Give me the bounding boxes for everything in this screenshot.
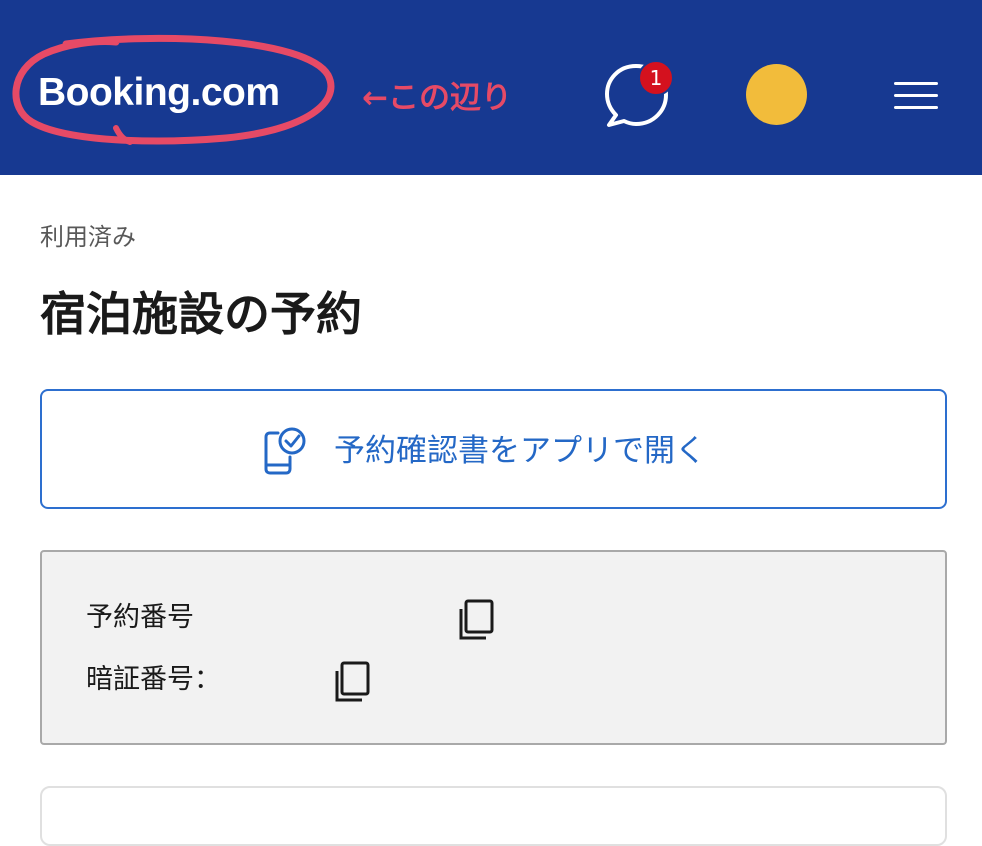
open-in-app-button[interactable]: 予約確認書をアプリで開く — [40, 389, 947, 509]
phone-check-icon — [264, 427, 306, 475]
open-in-app-label: 予約確認書をアプリで開く — [334, 433, 706, 469]
copy-icon — [335, 661, 370, 702]
page-title: 宿泊施設の予約 — [40, 287, 362, 341]
next-section-card — [40, 786, 947, 846]
copy-booking-number-button[interactable] — [456, 598, 496, 642]
avatar[interactable] — [746, 64, 807, 125]
booking-reference-panel: 予約番号 暗証番号： — [40, 550, 947, 745]
booking-number-label: 予約番号 — [86, 602, 194, 633]
hamburger-menu-icon[interactable] — [890, 76, 942, 116]
pin-code-label: 暗証番号： — [86, 664, 221, 695]
booking-status-label: 利用済み — [40, 223, 136, 251]
notification-badge: 1 — [638, 60, 674, 96]
copy-pin-button[interactable] — [332, 660, 372, 704]
top-navigation-bar: Booking.com ←この辺り 1 — [0, 0, 982, 175]
copy-icon — [459, 599, 494, 640]
annotation-text: ←この辺り — [362, 80, 512, 116]
booking-logo[interactable]: Booking.com — [38, 70, 280, 116]
